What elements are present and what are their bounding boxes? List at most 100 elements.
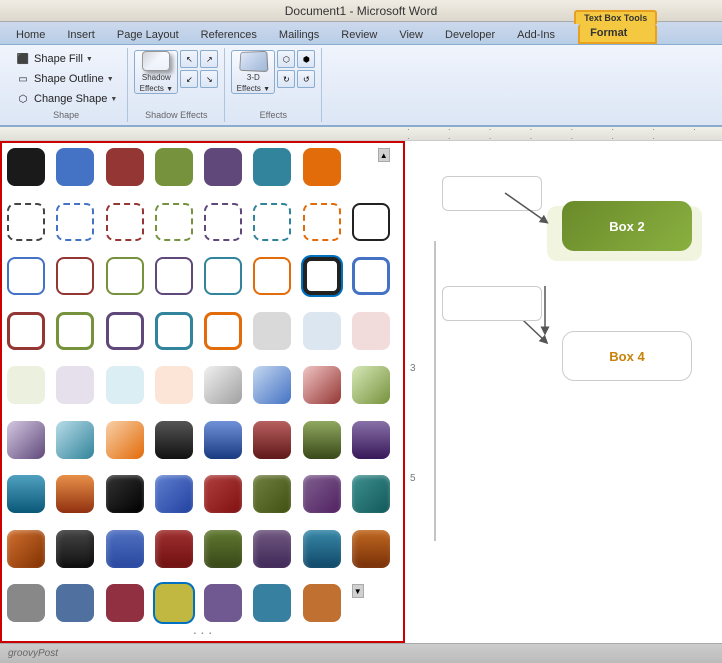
tab-mailings[interactable]: Mailings: [268, 24, 330, 44]
style-thick-blue[interactable]: [352, 257, 390, 295]
style-light-green[interactable]: [7, 366, 45, 404]
tab-developer[interactable]: Developer: [434, 24, 506, 44]
style-solid-blue[interactable]: [56, 148, 94, 186]
style-dark-orange[interactable]: [56, 475, 94, 513]
style-grad-red[interactable]: [303, 366, 341, 404]
style-inset-red[interactable]: [155, 530, 193, 568]
style-light-red[interactable]: [352, 312, 390, 350]
tab-references[interactable]: References: [190, 24, 268, 44]
style-solid-darkred[interactable]: [106, 148, 144, 186]
box-2[interactable]: Box 2: [562, 201, 692, 251]
shadow-up-btn[interactable]: ↖: [180, 50, 198, 68]
tab-view[interactable]: View: [388, 24, 434, 44]
style-thick-orange[interactable]: [204, 312, 242, 350]
style-outline-purple[interactable]: [155, 257, 193, 295]
style-raised-green[interactable]: [253, 475, 291, 513]
style-inset-blue[interactable]: [106, 530, 144, 568]
style-dashed-teal[interactable]: [253, 203, 291, 241]
style-dark-red[interactable]: [253, 421, 291, 459]
style-solid-teal[interactable]: [253, 148, 291, 186]
tab-page-layout[interactable]: Page Layout: [106, 24, 190, 44]
tab-insert[interactable]: Insert: [56, 24, 106, 44]
box-white-1[interactable]: [442, 176, 542, 211]
style-light-purple[interactable]: [56, 366, 94, 404]
style-outline-green[interactable]: [106, 257, 144, 295]
shape-outline-button[interactable]: ▭ Shape Outline ▼: [11, 70, 121, 88]
threed-btn4[interactable]: ↺: [297, 70, 315, 88]
style-outline-teal[interactable]: [204, 257, 242, 295]
tab-add-ins[interactable]: Add-Ins: [506, 24, 566, 44]
style-dark-blue[interactable]: [204, 421, 242, 459]
style-thick-green[interactable]: [56, 312, 94, 350]
style-thick-teal[interactable]: [155, 312, 193, 350]
style-flat-gray[interactable]: [7, 584, 45, 622]
box-4[interactable]: Box 4: [562, 331, 692, 381]
style-raised-purple[interactable]: [303, 475, 341, 513]
style-grad-gray[interactable]: [204, 366, 242, 404]
style-flat-purple2[interactable]: [204, 584, 242, 622]
style-raised-teal[interactable]: [352, 475, 390, 513]
style-grad-teal[interactable]: [56, 421, 94, 459]
style-grad-purple[interactable]: [7, 421, 45, 459]
style-inset-green[interactable]: [204, 530, 242, 568]
style-grad-green[interactable]: [352, 366, 390, 404]
style-dashed-orange[interactable]: [303, 203, 341, 241]
style-inset-black[interactable]: [56, 530, 94, 568]
style-outline-orange[interactable]: [253, 257, 291, 295]
shape-outline-dropdown[interactable]: ▼: [107, 76, 114, 83]
style-solid-green[interactable]: [155, 148, 193, 186]
shape-fill-dropdown[interactable]: ▼: [86, 56, 93, 63]
style-flat-yellow[interactable]: [155, 584, 193, 622]
style-light-blue[interactable]: [303, 312, 341, 350]
shape-fill-button[interactable]: ⬛ Shape Fill ▼: [11, 50, 121, 68]
style-grad-blue[interactable]: [253, 366, 291, 404]
style-flat-orange[interactable]: [303, 584, 341, 622]
style-dark-black[interactable]: [155, 421, 193, 459]
tab-format[interactable]: Format: [578, 24, 657, 44]
shadow-right-btn[interactable]: ↗: [200, 50, 218, 68]
shadow-down-btn[interactable]: ↙: [180, 70, 198, 88]
style-raised-orange[interactable]: [7, 530, 45, 568]
style-light-orange[interactable]: [155, 366, 193, 404]
style-inset-orange[interactable]: [352, 530, 390, 568]
style-grad-orange[interactable]: [106, 421, 144, 459]
style-dashed-black[interactable]: [7, 203, 45, 241]
style-outline-blue[interactable]: [7, 257, 45, 295]
style-outline-red[interactable]: [56, 257, 94, 295]
change-shape-dropdown[interactable]: ▼: [110, 96, 117, 103]
style-inset-teal[interactable]: [303, 530, 341, 568]
style-light-teal[interactable]: [106, 366, 144, 404]
style-inset-purple[interactable]: [253, 530, 291, 568]
style-dark-teal[interactable]: [7, 475, 45, 513]
style-solid-black[interactable]: [7, 148, 45, 186]
style-dashed-green[interactable]: [155, 203, 193, 241]
threed-btn2[interactable]: ⬢: [297, 50, 315, 68]
style-dashed-blue[interactable]: [56, 203, 94, 241]
threed-btn1[interactable]: ⬡: [277, 50, 295, 68]
style-raised-black[interactable]: [106, 475, 144, 513]
shadow-effects-button[interactable]: Shadow Effects ▼: [134, 50, 178, 94]
style-dark-green[interactable]: [303, 421, 341, 459]
style-thick-black[interactable]: [303, 257, 341, 295]
style-flat-teal2[interactable]: [253, 584, 291, 622]
style-dashed-purple[interactable]: [204, 203, 242, 241]
style-flat-blue[interactable]: [56, 584, 94, 622]
style-solid-orange[interactable]: [303, 148, 341, 186]
style-dark-purple[interactable]: [352, 421, 390, 459]
style-outline-black[interactable]: [352, 203, 390, 241]
style-light-gray[interactable]: [253, 312, 291, 350]
style-solid-purple[interactable]: [204, 148, 242, 186]
style-thick-red[interactable]: [7, 312, 45, 350]
style-raised-red[interactable]: [204, 475, 242, 513]
tab-home[interactable]: Home: [5, 24, 56, 44]
scroll-up-btn[interactable]: ▲: [378, 148, 390, 162]
style-raised-blue[interactable]: [155, 475, 193, 513]
style-flat-red[interactable]: [106, 584, 144, 622]
tab-review[interactable]: Review: [330, 24, 388, 44]
threed-btn3[interactable]: ↻: [277, 70, 295, 88]
style-dashed-red[interactable]: [106, 203, 144, 241]
threed-effects-button[interactable]: 3-D Effects ▼: [231, 50, 275, 94]
shadow-left-btn[interactable]: ↘: [200, 70, 218, 88]
scroll-down-btn[interactable]: ▼: [352, 584, 364, 598]
style-thick-purple[interactable]: [106, 312, 144, 350]
